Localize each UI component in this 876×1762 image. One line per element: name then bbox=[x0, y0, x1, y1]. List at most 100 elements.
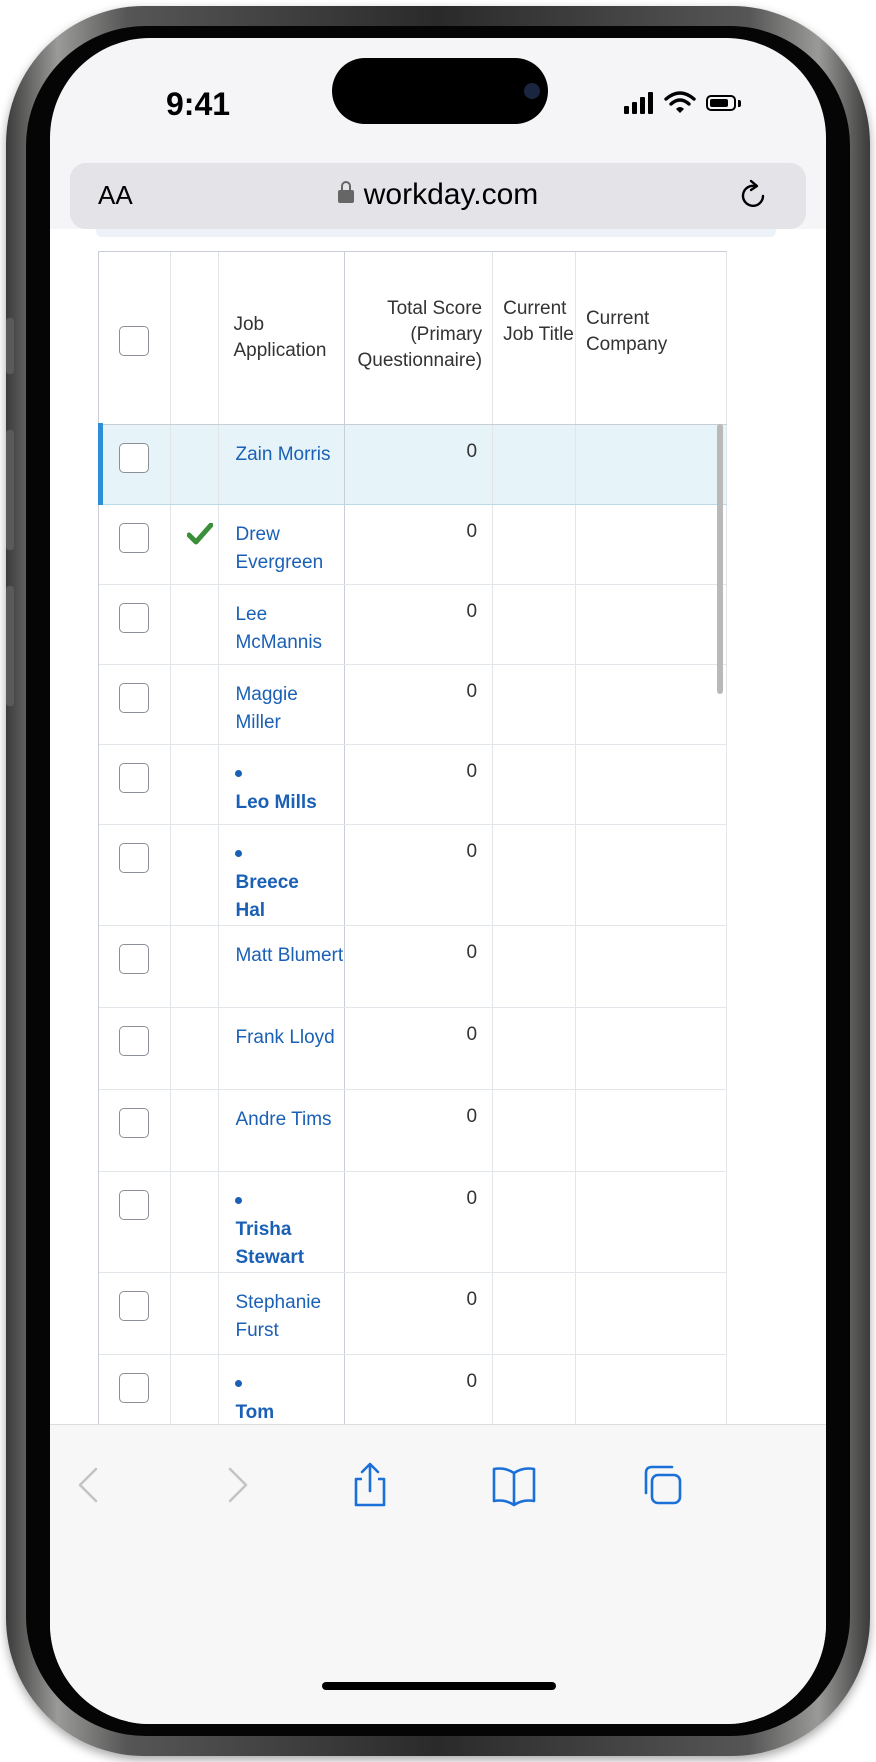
total-score-cell: 0 bbox=[344, 424, 494, 505]
table-row[interactable]: Frank Lloyd 0 bbox=[99, 1007, 727, 1090]
table-row[interactable]: Matt Blumert 0 bbox=[99, 925, 727, 1008]
row-checkbox[interactable] bbox=[119, 602, 150, 633]
row-checkbox[interactable] bbox=[119, 943, 150, 974]
reload-icon[interactable] bbox=[736, 177, 772, 213]
row-checkbox[interactable] bbox=[119, 1372, 150, 1403]
row-checkbox[interactable] bbox=[119, 442, 150, 473]
candidate-link[interactable]: Breece Hal bbox=[219, 825, 343, 925]
current-job-title-cell bbox=[492, 1007, 576, 1090]
wifi-icon bbox=[664, 91, 696, 113]
candidate-link[interactable]: Drew Evergreen bbox=[219, 505, 343, 577]
header-current-company[interactable]: Current Company bbox=[575, 252, 727, 425]
current-job-title-cell bbox=[492, 1089, 576, 1172]
header-job-application-label: Job Application bbox=[233, 314, 327, 361]
status-cell bbox=[170, 1354, 220, 1424]
candidate-link[interactable]: Matt Blumert bbox=[219, 926, 343, 970]
header-total-score[interactable]: Total Score (Primary Questionnaire) bbox=[344, 252, 494, 425]
total-score-value: 0 bbox=[466, 1288, 478, 1310]
candidates-grid: Job Application Total Score (Primary Que… bbox=[98, 251, 727, 1424]
select-cell bbox=[99, 1272, 171, 1355]
total-score-cell: 0 bbox=[344, 664, 494, 745]
job-application-cell: Frank Lloyd bbox=[218, 1007, 345, 1090]
current-job-title-cell bbox=[492, 824, 576, 926]
candidate-link[interactable]: Tom Millerton bbox=[219, 1355, 343, 1425]
forward-icon[interactable] bbox=[212, 1461, 260, 1509]
table-row[interactable]: Tom Millerton 0 bbox=[99, 1354, 727, 1424]
volume-down-button bbox=[6, 586, 14, 706]
candidate-name: Maggie Miller bbox=[235, 683, 298, 733]
candidate-link[interactable]: Andre Tims bbox=[219, 1090, 343, 1134]
row-checkbox[interactable] bbox=[119, 1025, 150, 1056]
table-row[interactable]: Stephanie Furst 0 bbox=[99, 1272, 727, 1355]
header-current-job-title[interactable]: Current Job Title bbox=[492, 252, 576, 425]
new-indicator-icon bbox=[235, 1379, 243, 1387]
action-button bbox=[6, 318, 14, 374]
row-checkbox[interactable] bbox=[119, 522, 150, 553]
table-row[interactable]: Trisha Stewart 0 bbox=[99, 1171, 727, 1273]
home-indicator bbox=[322, 1682, 556, 1690]
share-icon[interactable] bbox=[346, 1461, 394, 1509]
header-job-application[interactable]: Job Application bbox=[218, 252, 345, 425]
table-row[interactable]: Lee McMannis 0 bbox=[99, 584, 727, 665]
table-row[interactable]: Breece Hal 0 bbox=[99, 824, 727, 926]
url-text: workday.com bbox=[363, 178, 539, 211]
header-total-score-label: Total Score (Primary Questionnaire) bbox=[357, 298, 483, 371]
vertical-scrollbar[interactable] bbox=[717, 424, 723, 694]
tabs-icon[interactable] bbox=[638, 1461, 686, 1509]
table-row[interactable]: Andre Tims 0 bbox=[99, 1089, 727, 1172]
web-content: Job Application Total Score (Primary Que… bbox=[50, 229, 826, 1424]
candidate-name: Zain Morris bbox=[235, 443, 331, 465]
total-score-cell: 0 bbox=[344, 1089, 494, 1172]
row-checkbox[interactable] bbox=[119, 1189, 150, 1220]
candidate-link[interactable]: Frank Lloyd bbox=[219, 1008, 343, 1052]
total-score-cell: 0 bbox=[344, 744, 494, 825]
candidate-link[interactable]: Zain Morris bbox=[219, 425, 343, 469]
current-company-cell bbox=[575, 504, 727, 585]
row-checkbox[interactable] bbox=[119, 762, 150, 793]
current-company-cell bbox=[575, 1354, 727, 1424]
current-job-title-cell bbox=[492, 1272, 576, 1355]
select-cell bbox=[99, 1007, 171, 1090]
select-cell bbox=[99, 1354, 171, 1424]
total-score-value: 0 bbox=[466, 1370, 478, 1392]
browser-toolbar bbox=[50, 1424, 826, 1724]
candidate-name: Frank Lloyd bbox=[235, 1026, 335, 1048]
bookmarks-icon[interactable] bbox=[490, 1461, 538, 1509]
total-score-value: 0 bbox=[466, 941, 478, 963]
candidate-name: Stephanie Furst bbox=[235, 1291, 322, 1341]
candidate-link[interactable]: Stephanie Furst bbox=[219, 1273, 343, 1345]
lock-icon bbox=[337, 181, 354, 203]
job-application-cell: Tom Millerton bbox=[218, 1354, 345, 1425]
status-cell bbox=[170, 584, 220, 665]
row-checkbox[interactable] bbox=[119, 1107, 150, 1138]
header-select-cell bbox=[99, 252, 171, 425]
select-cell bbox=[99, 664, 171, 745]
candidate-link[interactable]: Maggie Miller bbox=[219, 665, 343, 737]
row-checkbox[interactable] bbox=[119, 842, 150, 873]
current-job-title-cell bbox=[492, 584, 576, 665]
url-display[interactable]: workday.com bbox=[70, 178, 806, 212]
candidate-link[interactable]: Leo Mills bbox=[219, 745, 343, 817]
select-all-checkbox[interactable] bbox=[119, 326, 150, 356]
row-checkbox[interactable] bbox=[119, 682, 150, 713]
address-bar[interactable]: AA workday.com bbox=[70, 163, 806, 229]
table-row[interactable]: Drew Evergreen 0 bbox=[99, 504, 727, 585]
status-bar: 9:41 bbox=[50, 38, 826, 158]
total-score-value: 0 bbox=[466, 1023, 478, 1045]
table-row[interactable]: Maggie Miller 0 bbox=[99, 664, 727, 745]
back-icon[interactable] bbox=[66, 1461, 114, 1509]
row-checkbox[interactable] bbox=[119, 1290, 150, 1321]
job-application-cell: Breece Hal bbox=[218, 824, 345, 926]
battery-icon bbox=[706, 95, 736, 111]
job-application-cell: Andre Tims bbox=[218, 1089, 345, 1172]
table-row[interactable]: Leo Mills 0 bbox=[99, 744, 727, 825]
table-row[interactable]: Zain Morris 0 bbox=[99, 424, 727, 505]
select-cell bbox=[99, 824, 171, 926]
job-application-cell: Trisha Stewart bbox=[218, 1171, 345, 1273]
candidate-link[interactable]: Trisha Stewart bbox=[219, 1172, 343, 1272]
current-job-title-cell bbox=[492, 925, 576, 1008]
phone-screen: 9:41 AA workday.com Job Application Tota… bbox=[50, 38, 826, 1724]
candidates-table: Job Application Total Score (Primary Que… bbox=[99, 252, 727, 1424]
total-score-value: 0 bbox=[466, 760, 478, 782]
candidate-link[interactable]: Lee McMannis bbox=[219, 585, 343, 657]
